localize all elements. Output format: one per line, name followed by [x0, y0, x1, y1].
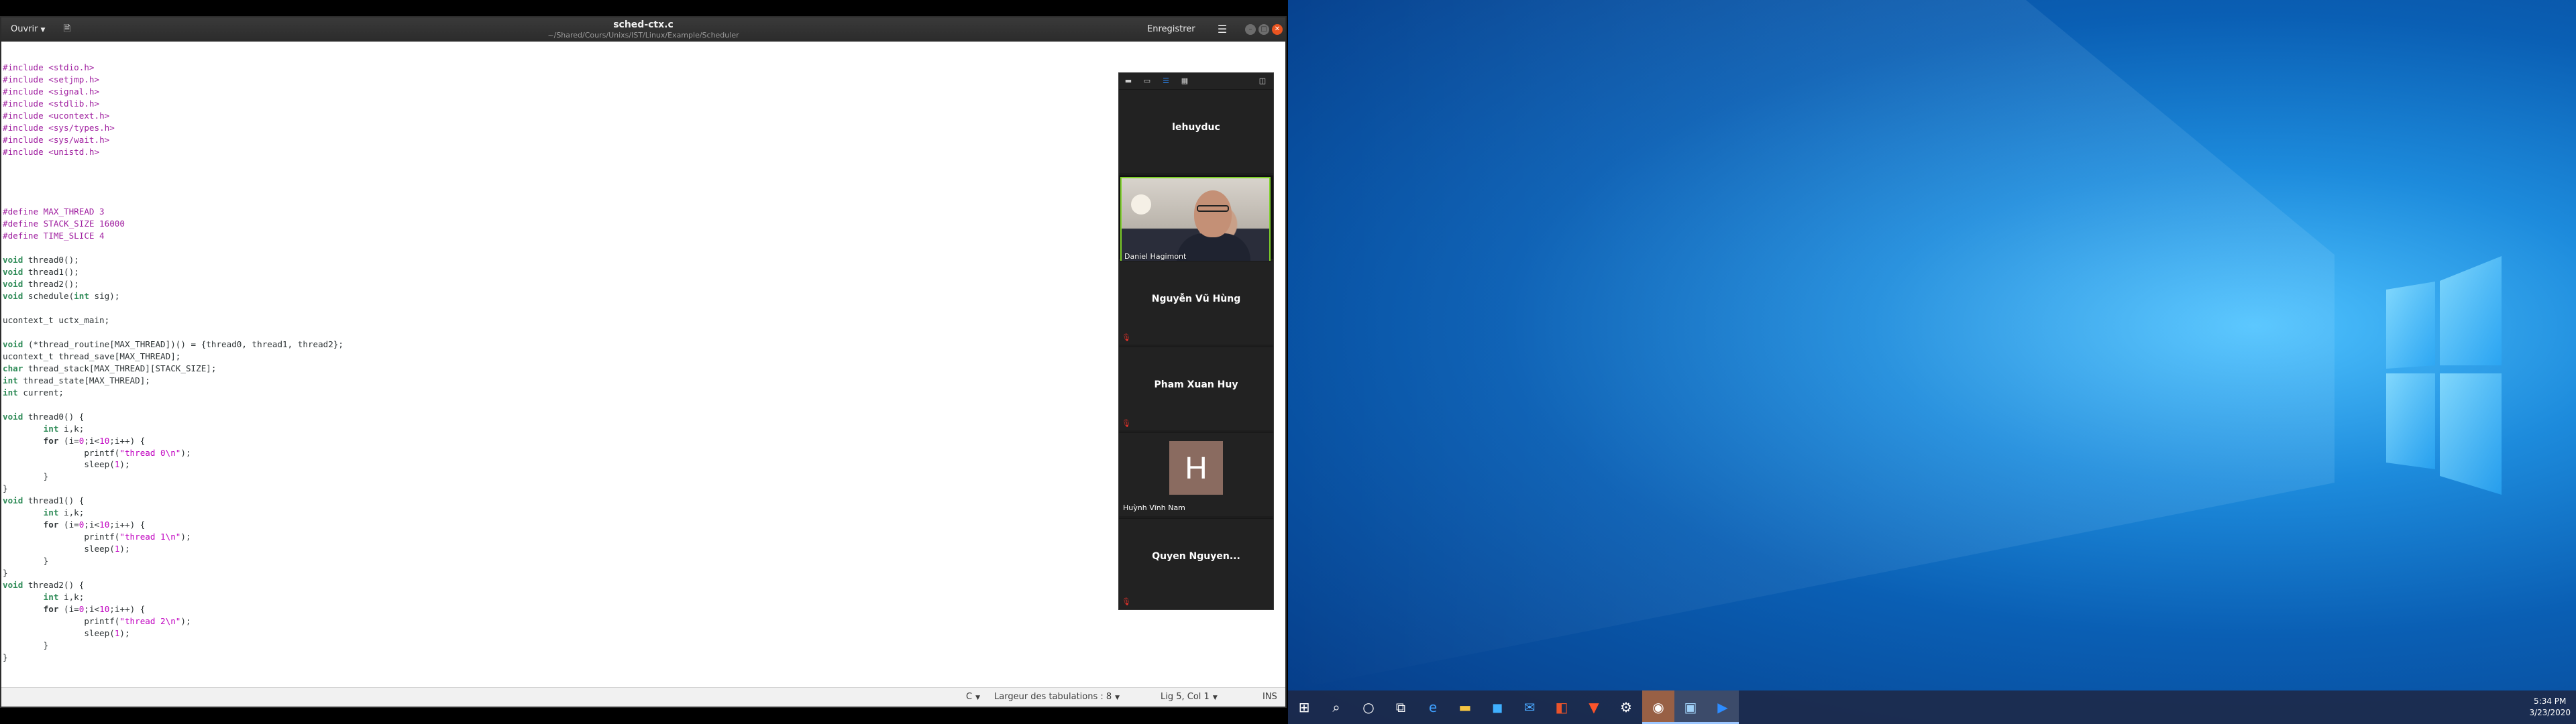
- language-label: C: [966, 692, 973, 702]
- gedit-headerbar: Ouvrir ▼ 🗎 sched-ctx.c ~/Shared/Cours/Uni…: [1, 17, 1285, 42]
- video-background-lamp: [1131, 194, 1151, 215]
- muted-mic-icon: 🎙: [1122, 419, 1131, 428]
- windows-taskbar: ⊞ ⌕ ○ ⧉ e ▬ ◼ ✉ ◧ ▼ ⚙ ◉ ▣ ▶ 5:34 PM 3/23…: [1288, 690, 2576, 724]
- participant-tile-video[interactable]: Daniel Hagimont: [1119, 175, 1273, 263]
- logo-pane-top-right: [2440, 256, 2502, 365]
- tab-width-label: Largeur des tabulations : 8: [994, 692, 1112, 702]
- participant-tile[interactable]: Pham Xuan Huy 🎙: [1119, 347, 1273, 430]
- participant-name: Pham Xuan Huy: [1154, 379, 1238, 390]
- participant-name: Quyen Nguyen...: [1152, 551, 1240, 562]
- grid-view-icon[interactable]: ▦: [1181, 77, 1189, 85]
- video-person-glasses: [1197, 205, 1229, 212]
- code-editor[interactable]: #include <stdio.h> #include <setjmp.h> #…: [1, 42, 1285, 688]
- file-explorer-icon[interactable]: ▬: [1449, 690, 1481, 724]
- participant-tile[interactable]: H Huỳnh Vĩnh Nam: [1119, 432, 1273, 516]
- document-title: sched-ctx.c: [613, 19, 674, 30]
- chrome-icon[interactable]: ◉: [1642, 690, 1674, 724]
- chevron-down-icon: ▼: [1115, 695, 1120, 701]
- mail-icon[interactable]: ✉: [1513, 690, 1546, 724]
- status-bar: C ▼ Largeur des tabulations : 8 ▼ Lig 5, C…: [1, 687, 1285, 707]
- cortana-icon[interactable]: ○: [1352, 690, 1385, 724]
- exit-minimized-icon[interactable]: ◫: [1258, 77, 1267, 85]
- settings-gear-icon[interactable]: ⚙: [1610, 690, 1642, 724]
- chevron-down-icon: ▼: [1212, 695, 1218, 701]
- left-monitor: Ouvrir ▼ 🗎 sched-ctx.c ~/Shared/Cours/Uni…: [0, 0, 1287, 724]
- video-person-body: [1177, 233, 1250, 261]
- zoom-icon[interactable]: ▶: [1707, 690, 1739, 724]
- brave-browser-icon[interactable]: ▼: [1578, 690, 1610, 724]
- microsoft-store-icon[interactable]: ◼: [1481, 690, 1513, 724]
- gedit-window: Ouvrir ▼ 🗎 sched-ctx.c ~/Shared/Cours/Uni…: [0, 16, 1287, 708]
- speaker-view-icon[interactable]: ▭: [1143, 77, 1151, 85]
- zoom-panel-toolbar: ▬ ▭ ☰ ▦ ◫: [1119, 73, 1273, 89]
- clock-time: 5:34 PM: [2534, 697, 2567, 706]
- cursor-position-label: Lig 5, Col 1: [1161, 692, 1210, 702]
- insert-mode-indicator: INS: [1263, 692, 1277, 702]
- office-icon[interactable]: ◧: [1546, 690, 1578, 724]
- muted-mic-icon: 🎙: [1122, 597, 1131, 606]
- title-block: sched-ctx.c ~/Shared/Cours/Unixs/IST/Lin…: [1, 19, 1285, 40]
- gallery-strip-icon[interactable]: ☰: [1162, 77, 1170, 85]
- maximize-button[interactable]: □: [1258, 24, 1269, 35]
- participant-name: Nguyễn Vũ Hùng: [1151, 294, 1241, 304]
- remote-desktop-icon[interactable]: ▣: [1674, 690, 1707, 724]
- windows-desktop[interactable]: ⊞ ⌕ ○ ⧉ e ▬ ◼ ✉ ◧ ▼ ⚙ ◉ ▣ ▶ 5:34 PM 3/23…: [1288, 0, 2576, 724]
- hamburger-menu-button[interactable]: ☰: [1214, 21, 1230, 38]
- language-selector[interactable]: C ▼: [966, 692, 980, 702]
- chevron-down-icon: ▼: [975, 695, 980, 701]
- clock-date: 3/23/2020: [2529, 708, 2571, 717]
- document-path: ~/Shared/Cours/Unixs/IST/Linux/Example/S…: [547, 31, 739, 40]
- participant-name: Huỳnh Vĩnh Nam: [1123, 503, 1185, 512]
- search-icon[interactable]: ⌕: [1320, 690, 1352, 724]
- participant-tile[interactable]: Quyen Nguyen... 🎙: [1119, 518, 1273, 609]
- zoom-participants-panel: ▬ ▭ ☰ ▦ ◫ lehuyduc Daniel Hagimont Nguyễ…: [1118, 72, 1274, 610]
- avatar: H: [1169, 441, 1223, 495]
- screen-bottom-edge: [0, 708, 1287, 724]
- source-code[interactable]: #include <stdio.h> #include <setjmp.h> #…: [1, 42, 1285, 688]
- edge-browser-icon[interactable]: e: [1417, 690, 1449, 724]
- video-person-head: [1194, 190, 1232, 237]
- close-button[interactable]: ✕: [1272, 24, 1283, 35]
- logo-pane-top-left: [2386, 282, 2435, 369]
- participant-name: Daniel Hagimont: [1124, 252, 1187, 261]
- participant-name: lehuyduc: [1172, 122, 1220, 133]
- save-button[interactable]: Enregistrer: [1142, 21, 1201, 38]
- logo-pane-bottom-left: [2386, 373, 2435, 469]
- minimize-icon[interactable]: ▬: [1124, 77, 1132, 85]
- participant-video: Daniel Hagimont: [1120, 177, 1271, 263]
- task-view-icon[interactable]: ⧉: [1385, 690, 1417, 724]
- participant-tile[interactable]: lehuyduc: [1119, 89, 1273, 173]
- start-button[interactable]: ⊞: [1288, 690, 1320, 724]
- windows-logo-wallpaper: [1288, 0, 2502, 690]
- minimize-button[interactable]: –: [1245, 24, 1256, 35]
- tab-width-selector[interactable]: Largeur des tabulations : 8 ▼: [994, 692, 1120, 702]
- cursor-position-selector[interactable]: Lig 5, Col 1 ▼: [1161, 692, 1218, 702]
- taskbar-clock[interactable]: 5:34 PM 3/23/2020: [2529, 696, 2571, 719]
- muted-mic-icon: 🎙: [1122, 333, 1131, 342]
- participant-tile[interactable]: Nguyễn Vũ Hùng 🎙: [1119, 261, 1273, 345]
- logo-pane-bottom-right: [2440, 373, 2502, 495]
